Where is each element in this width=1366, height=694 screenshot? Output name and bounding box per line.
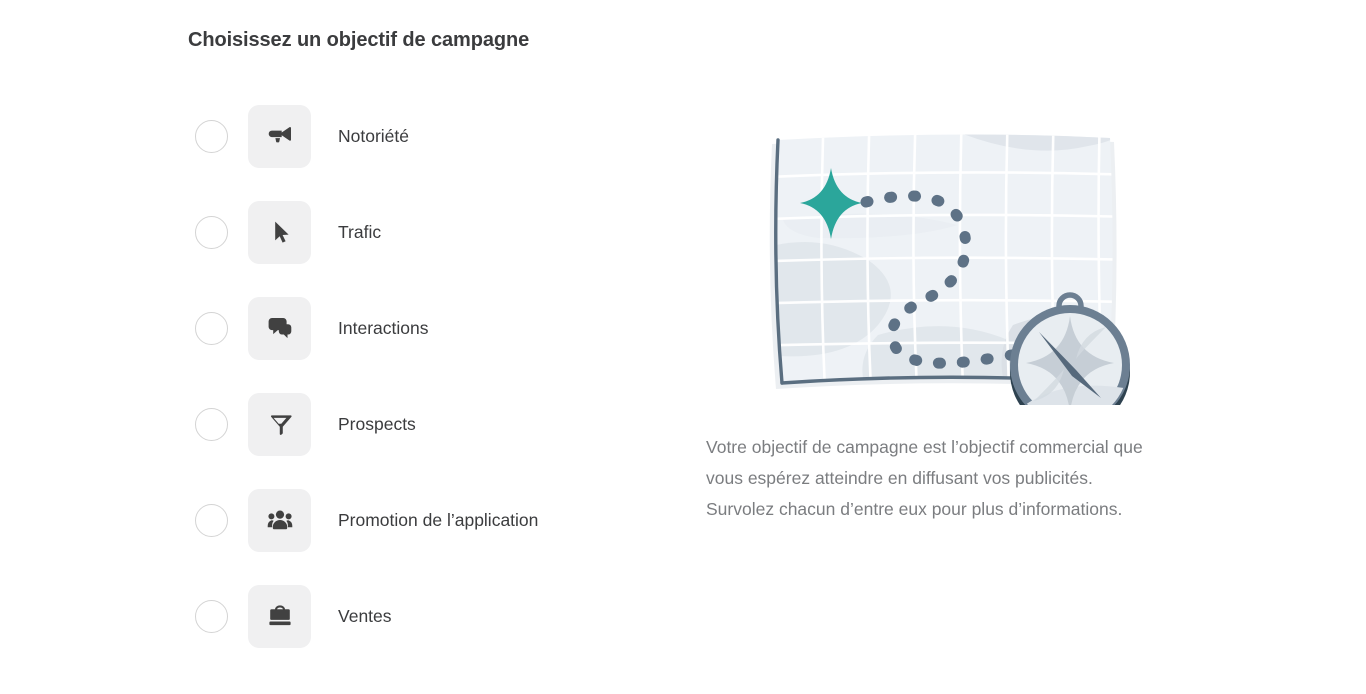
radio-sales[interactable] [195,599,228,633]
page-title: Choisissez un objectif de campagne [188,29,530,51]
radio-awareness[interactable] [195,119,228,153]
option-label-app-promo: Promotion de l’application [338,509,539,530]
objective-description: Votre objectif de campagne est l’objecti… [706,437,1143,519]
option-row-awareness[interactable]: Notoriété [195,104,675,168]
people-group-icon-tile [248,488,311,552]
radio-app-promo[interactable] [195,503,228,537]
people-group-icon [265,505,295,535]
option-label-engagement: Interactions [338,317,429,338]
objective-info-panel: Votre objectif de campagne est l’objecti… [706,120,1166,525]
cursor-arrow-icon-tile [248,200,311,264]
radio-leads[interactable] [195,407,228,441]
radio-engagement[interactable] [195,311,228,345]
chat-bubbles-icon-tile [248,296,311,360]
campaign-objective-options: Notoriété Trafic Interactions Prospects … [195,104,675,680]
briefcase-icon-tile [248,584,311,648]
option-label-leads: Prospects [338,413,416,434]
option-row-engagement[interactable]: Interactions [195,296,675,360]
option-label-sales: Ventes [338,605,392,626]
option-row-traffic[interactable]: Trafic [195,200,675,264]
radio-traffic[interactable] [195,215,228,249]
option-row-leads[interactable]: Prospects [195,392,675,456]
option-row-sales[interactable]: Ventes [195,584,675,648]
option-row-app-promo[interactable]: Promotion de l’application [195,488,675,552]
megaphone-icon-tile [248,104,311,168]
briefcase-icon [265,601,295,631]
funnel-icon [265,409,295,439]
megaphone-icon [265,121,295,151]
option-label-traffic: Trafic [338,221,382,242]
option-label-awareness: Notoriété [338,125,410,146]
chat-bubbles-icon [265,313,295,343]
map-with-compass-illustration [758,120,1166,432]
funnel-icon-tile [248,392,311,456]
cursor-arrow-icon [265,217,295,247]
